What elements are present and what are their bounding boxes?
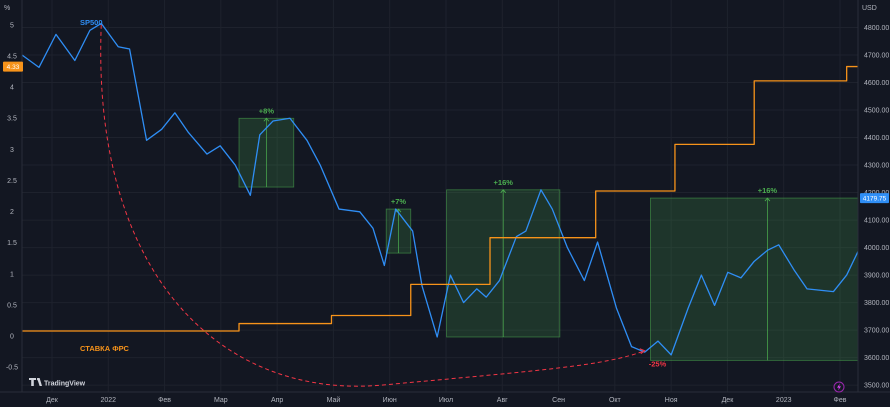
left-axis-unit: % bbox=[4, 5, 10, 12]
left-axis-tick-label: 3 bbox=[10, 147, 14, 154]
time-axis-tick-label: Дек bbox=[46, 397, 59, 404]
time-axis-tick-label: Ноя bbox=[665, 397, 678, 404]
right-axis-tick-label: 4300.00 bbox=[864, 163, 889, 170]
range-box-label: +16% bbox=[494, 178, 514, 187]
time-axis-tick-label: Сен bbox=[552, 397, 565, 404]
time-axis-tick-label: Окт bbox=[609, 397, 622, 404]
time-axis-tick-label: Май bbox=[327, 396, 341, 404]
left-axis-tick-label: 5 bbox=[10, 22, 14, 29]
right-axis-tick-label: 4600.00 bbox=[864, 80, 889, 87]
chart-canvas: +8%+7%+16%+16%-25%SP500СТАВКА ФРС 54.543… bbox=[0, 0, 890, 407]
left-axis-tick-label: 1 bbox=[10, 271, 14, 278]
time-axis-tick-label: Дек bbox=[722, 397, 735, 404]
left-axis-tick-label: 3.5 bbox=[7, 116, 17, 123]
range-box-label: +16% bbox=[758, 186, 778, 195]
left-axis-tick-label: -0.5 bbox=[6, 365, 18, 372]
sp500-label: SP500 bbox=[80, 18, 103, 27]
time-axis-tick-label: Авг bbox=[497, 397, 508, 404]
time-axis-tick-label: Фев bbox=[158, 397, 171, 404]
time-axis-tick-label: Апр bbox=[271, 397, 283, 404]
tradingview-logo-dot bbox=[36, 378, 40, 381]
last-value-text: 4179.75 bbox=[863, 196, 887, 203]
time-axis-tick-label: Июл bbox=[439, 397, 453, 404]
right-axis-tick-label: 3700.00 bbox=[864, 328, 889, 335]
right-axis-tick-label: 3900.00 bbox=[864, 273, 889, 280]
right-axis-tick-label: 4400.00 bbox=[864, 135, 889, 142]
right-axis-tick-label: 3800.00 bbox=[864, 300, 889, 307]
right-axis-tick-label: 3500.00 bbox=[864, 383, 889, 390]
time-axis-tick-label: 2022 bbox=[100, 397, 116, 404]
left-axis-tick-label: 0.5 bbox=[7, 302, 17, 309]
time-axis-tick-label: Фев bbox=[834, 397, 847, 404]
drawdown-label: -25% bbox=[649, 360, 667, 369]
left-axis-tick-label: 2.5 bbox=[7, 178, 17, 185]
fed-rate-label: СТАВКА ФРС bbox=[80, 344, 129, 353]
left-axis-tick-label: 0 bbox=[10, 334, 14, 341]
time-axis[interactable]: Дек 2022 Фев Мар Апр Май Июн Июл Авг Сен Окт Ноя Дек… bbox=[46, 396, 847, 404]
left-axis-tick-label: 4.5 bbox=[7, 54, 17, 61]
time-axis-tick-label: Июн bbox=[383, 397, 397, 404]
range-box-label: +8% bbox=[259, 106, 275, 115]
right-axis-tick-label: 4800.00 bbox=[864, 25, 889, 32]
right-axis-tick-label: 4000.00 bbox=[864, 245, 889, 252]
right-axis-tick-label: 4700.00 bbox=[864, 53, 889, 60]
right-axis-tick-label: 4500.00 bbox=[864, 108, 889, 115]
last-value-text: 4.33 bbox=[7, 64, 20, 71]
range-box-label: +7% bbox=[391, 197, 407, 206]
right-axis-panel bbox=[858, 0, 890, 407]
left-axis-tick-label: 1.5 bbox=[7, 240, 17, 247]
time-axis-tick-label: Мар bbox=[214, 397, 228, 404]
left-axis-tick-label: 2 bbox=[10, 209, 14, 216]
right-axis-tick-label: 4100.00 bbox=[864, 218, 889, 225]
right-axis-tick-label: 3600.00 bbox=[864, 355, 889, 362]
tradingview-logo-text: TradingView bbox=[44, 381, 86, 388]
time-axis-tick-label: 2023 bbox=[776, 397, 792, 404]
right-axis-unit: USD bbox=[862, 5, 877, 12]
left-axis-tick-label: 4 bbox=[10, 85, 14, 92]
